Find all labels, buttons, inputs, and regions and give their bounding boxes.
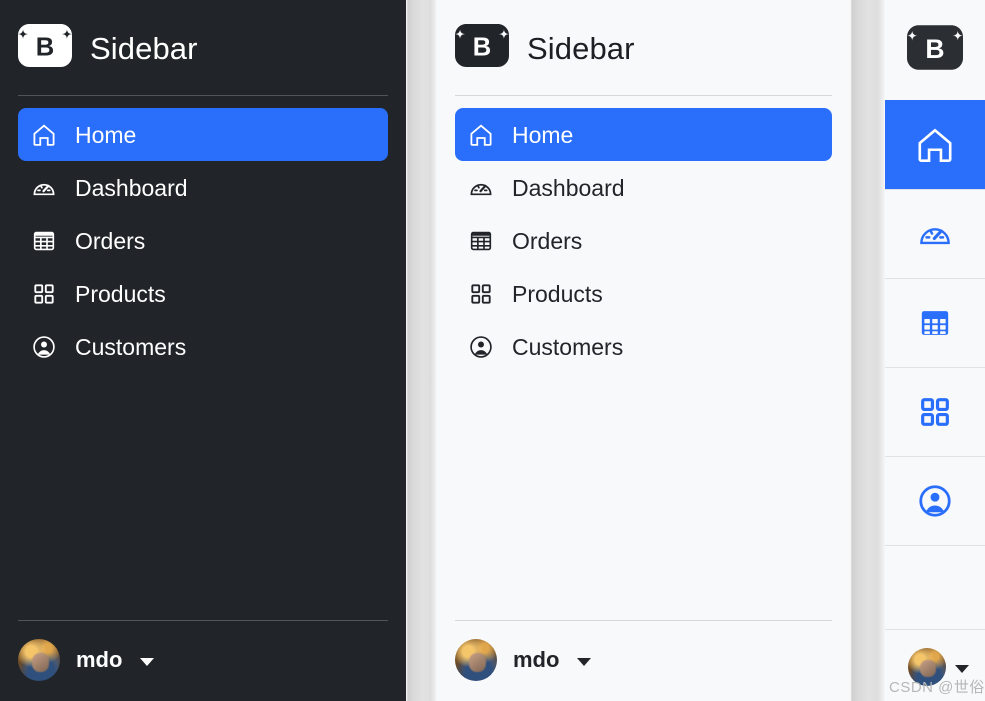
speedometer-icon [32, 176, 56, 200]
bootstrap-b-logo-icon: B [907, 25, 963, 75]
panel-gutter-left [406, 0, 437, 701]
user-dropdown[interactable]: mdo [437, 621, 850, 701]
bootstrap-b-logo-icon: B [18, 24, 72, 72]
nav-list-icon-only [885, 100, 985, 545]
house-icon [915, 125, 955, 165]
caret-down-icon [577, 658, 592, 666]
caret-down-icon [954, 664, 969, 673]
grid-icon [32, 282, 56, 306]
svg-text:B: B [36, 34, 55, 62]
caret-down-icon [140, 658, 155, 666]
grid-icon [469, 282, 493, 306]
dark-sidebar: B Sidebar Home Dashboard Orders Products… [0, 0, 406, 701]
sidebar-item-label: Home [512, 122, 574, 148]
brand-title: Sidebar [527, 30, 635, 66]
table-icon [915, 303, 955, 343]
sidebar-item-customers[interactable] [885, 456, 985, 545]
sidebar-item-label: Customers [75, 334, 187, 360]
user-dropdown[interactable]: mdo [0, 621, 406, 701]
avatar [18, 639, 60, 681]
house-icon [469, 123, 493, 147]
table-icon [469, 229, 493, 253]
icon-sidebar-spacer [885, 545, 985, 629]
sidebar-item-orders[interactable] [885, 278, 985, 367]
avatar [907, 647, 946, 686]
speedometer-icon [915, 214, 955, 254]
sidebar-item-home[interactable]: Home [18, 108, 388, 161]
screenshot-stage: B Sidebar Home Dashboard Orders Products… [0, 0, 985, 701]
svg-text:B: B [473, 34, 492, 62]
sidebar-footer-dark: mdo [0, 620, 406, 701]
brand-dark[interactable]: B Sidebar [0, 0, 406, 76]
sidebar-item-products[interactable]: Products [455, 267, 832, 320]
panel-gutter-right [850, 0, 885, 701]
sidebar-item-home[interactable]: Home [455, 108, 832, 161]
svg-text:B: B [925, 34, 944, 64]
nav-list-dark: Home Dashboard Orders Products Customers [0, 96, 406, 373]
person-circle-icon [915, 481, 955, 521]
sidebar-item-customers[interactable]: Customers [455, 320, 832, 373]
sidebar-item-orders[interactable]: Orders [455, 214, 832, 267]
house-icon [32, 123, 56, 147]
sidebar-item-label: Orders [75, 228, 146, 254]
sidebar-item-products[interactable]: Products [18, 267, 388, 320]
person-circle-icon [469, 335, 493, 359]
sidebar-item-dashboard[interactable]: Dashboard [18, 161, 388, 214]
sidebar-item-label: Orders [512, 228, 583, 254]
sidebar-item-label: Dashboard [75, 175, 188, 201]
sidebar-item-home[interactable] [885, 100, 985, 189]
speedometer-icon [469, 176, 493, 200]
brand-title: Sidebar [90, 30, 198, 66]
sidebar-footer-light: mdo [437, 620, 850, 701]
sidebar-item-label: Customers [512, 334, 624, 360]
avatar [455, 639, 497, 681]
light-sidebar: B Sidebar Home Dashboard Orders Products… [437, 0, 850, 701]
sidebar-item-label: Products [512, 281, 603, 307]
sidebar-item-dashboard[interactable] [885, 189, 985, 278]
sidebar-item-customers[interactable]: Customers [18, 320, 388, 373]
sidebar-item-label: Products [75, 281, 166, 307]
sidebar-item-label: Home [75, 122, 137, 148]
sidebar-item-label: Dashboard [512, 175, 625, 201]
brand-icon-only[interactable]: B [885, 0, 985, 100]
person-circle-icon [32, 335, 56, 359]
sidebar-item-dashboard[interactable]: Dashboard [455, 161, 832, 214]
grid-icon [915, 392, 955, 432]
sidebar-item-products[interactable] [885, 367, 985, 456]
nav-list-light: Home Dashboard Orders Products Customers [437, 96, 850, 373]
icon-sidebar: B [885, 0, 985, 701]
username-label: mdo [513, 647, 560, 672]
sidebar-item-orders[interactable]: Orders [18, 214, 388, 267]
brand-light[interactable]: B Sidebar [437, 0, 850, 76]
table-icon [32, 229, 56, 253]
username-label: mdo [76, 647, 123, 672]
bootstrap-b-logo-icon: B [455, 24, 509, 72]
user-dropdown[interactable] [885, 629, 985, 701]
